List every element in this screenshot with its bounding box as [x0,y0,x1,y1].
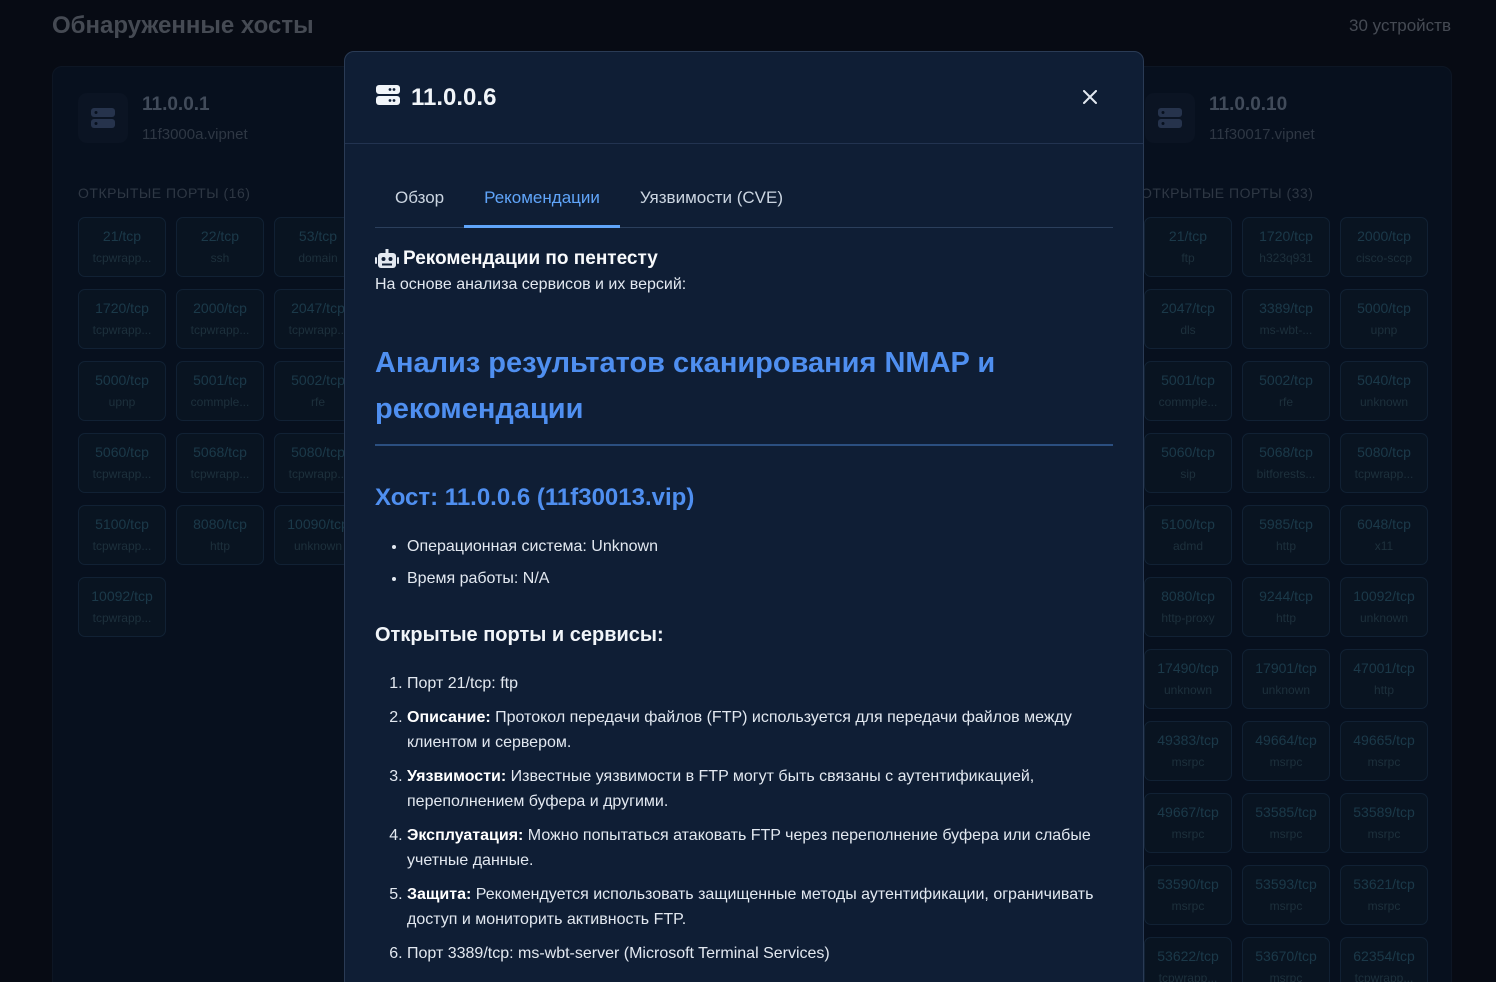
list-item: Время работы: N/A [407,570,1113,588]
host-details-modal: 11.0.0.6 Обзор Рекомендации Уязвимости (… [344,51,1144,982]
tab-overview[interactable]: Обзор [375,176,464,228]
list-item: Уязвимости: Известные уязвимости в FTP м… [407,764,1113,814]
host-heading: Хост: 11.0.0.6 (11f30013.vip) [375,484,695,511]
recommendations-content: Рекомендации по пентесту На основе анали… [375,248,1113,975]
recommendations-heading: Рекомендации по пентесту [375,248,1113,270]
ports-services-list: Порт 21/tcp: ftp Описание: Протокол пере… [375,671,1113,966]
modal-tabs: Обзор Рекомендации Уязвимости (CVE) [375,176,1113,228]
tab-recommendations[interactable]: Рекомендации [464,176,620,228]
modal-title: 11.0.0.6 [411,83,497,111]
list-item: Порт 3389/tcp: ms-wbt-server (Microsoft … [407,941,1113,966]
host-info-list: Операционная система: Unknown Время рабо… [375,538,1113,588]
analysis-heading: Анализ результатов сканирования NMAP и р… [375,340,1113,446]
list-item: Порт 21/tcp: ftp [407,671,1113,696]
close-icon [1083,90,1097,104]
list-item: Защита: Рекомендуется использовать защищ… [407,882,1113,932]
list-item: Операционная система: Unknown [407,538,1113,556]
recommendations-subtitle: На основе анализа сервисов и их версий: [375,276,687,293]
tab-vulnerabilities[interactable]: Уязвимости (CVE) [620,176,803,228]
list-item: Описание: Протокол передачи файлов (FTP)… [407,705,1113,755]
server-icon [375,84,401,111]
robot-icon [375,249,399,268]
close-button[interactable] [1075,82,1105,112]
modal-header: 11.0.0.6 [345,52,1143,144]
open-ports-heading: Открытые порты и сервисы: [375,624,664,646]
recommendations-title: Рекомендации по пентесту [403,248,658,269]
list-item: Эксплуатация: Можно попытаться атаковать… [407,823,1113,873]
